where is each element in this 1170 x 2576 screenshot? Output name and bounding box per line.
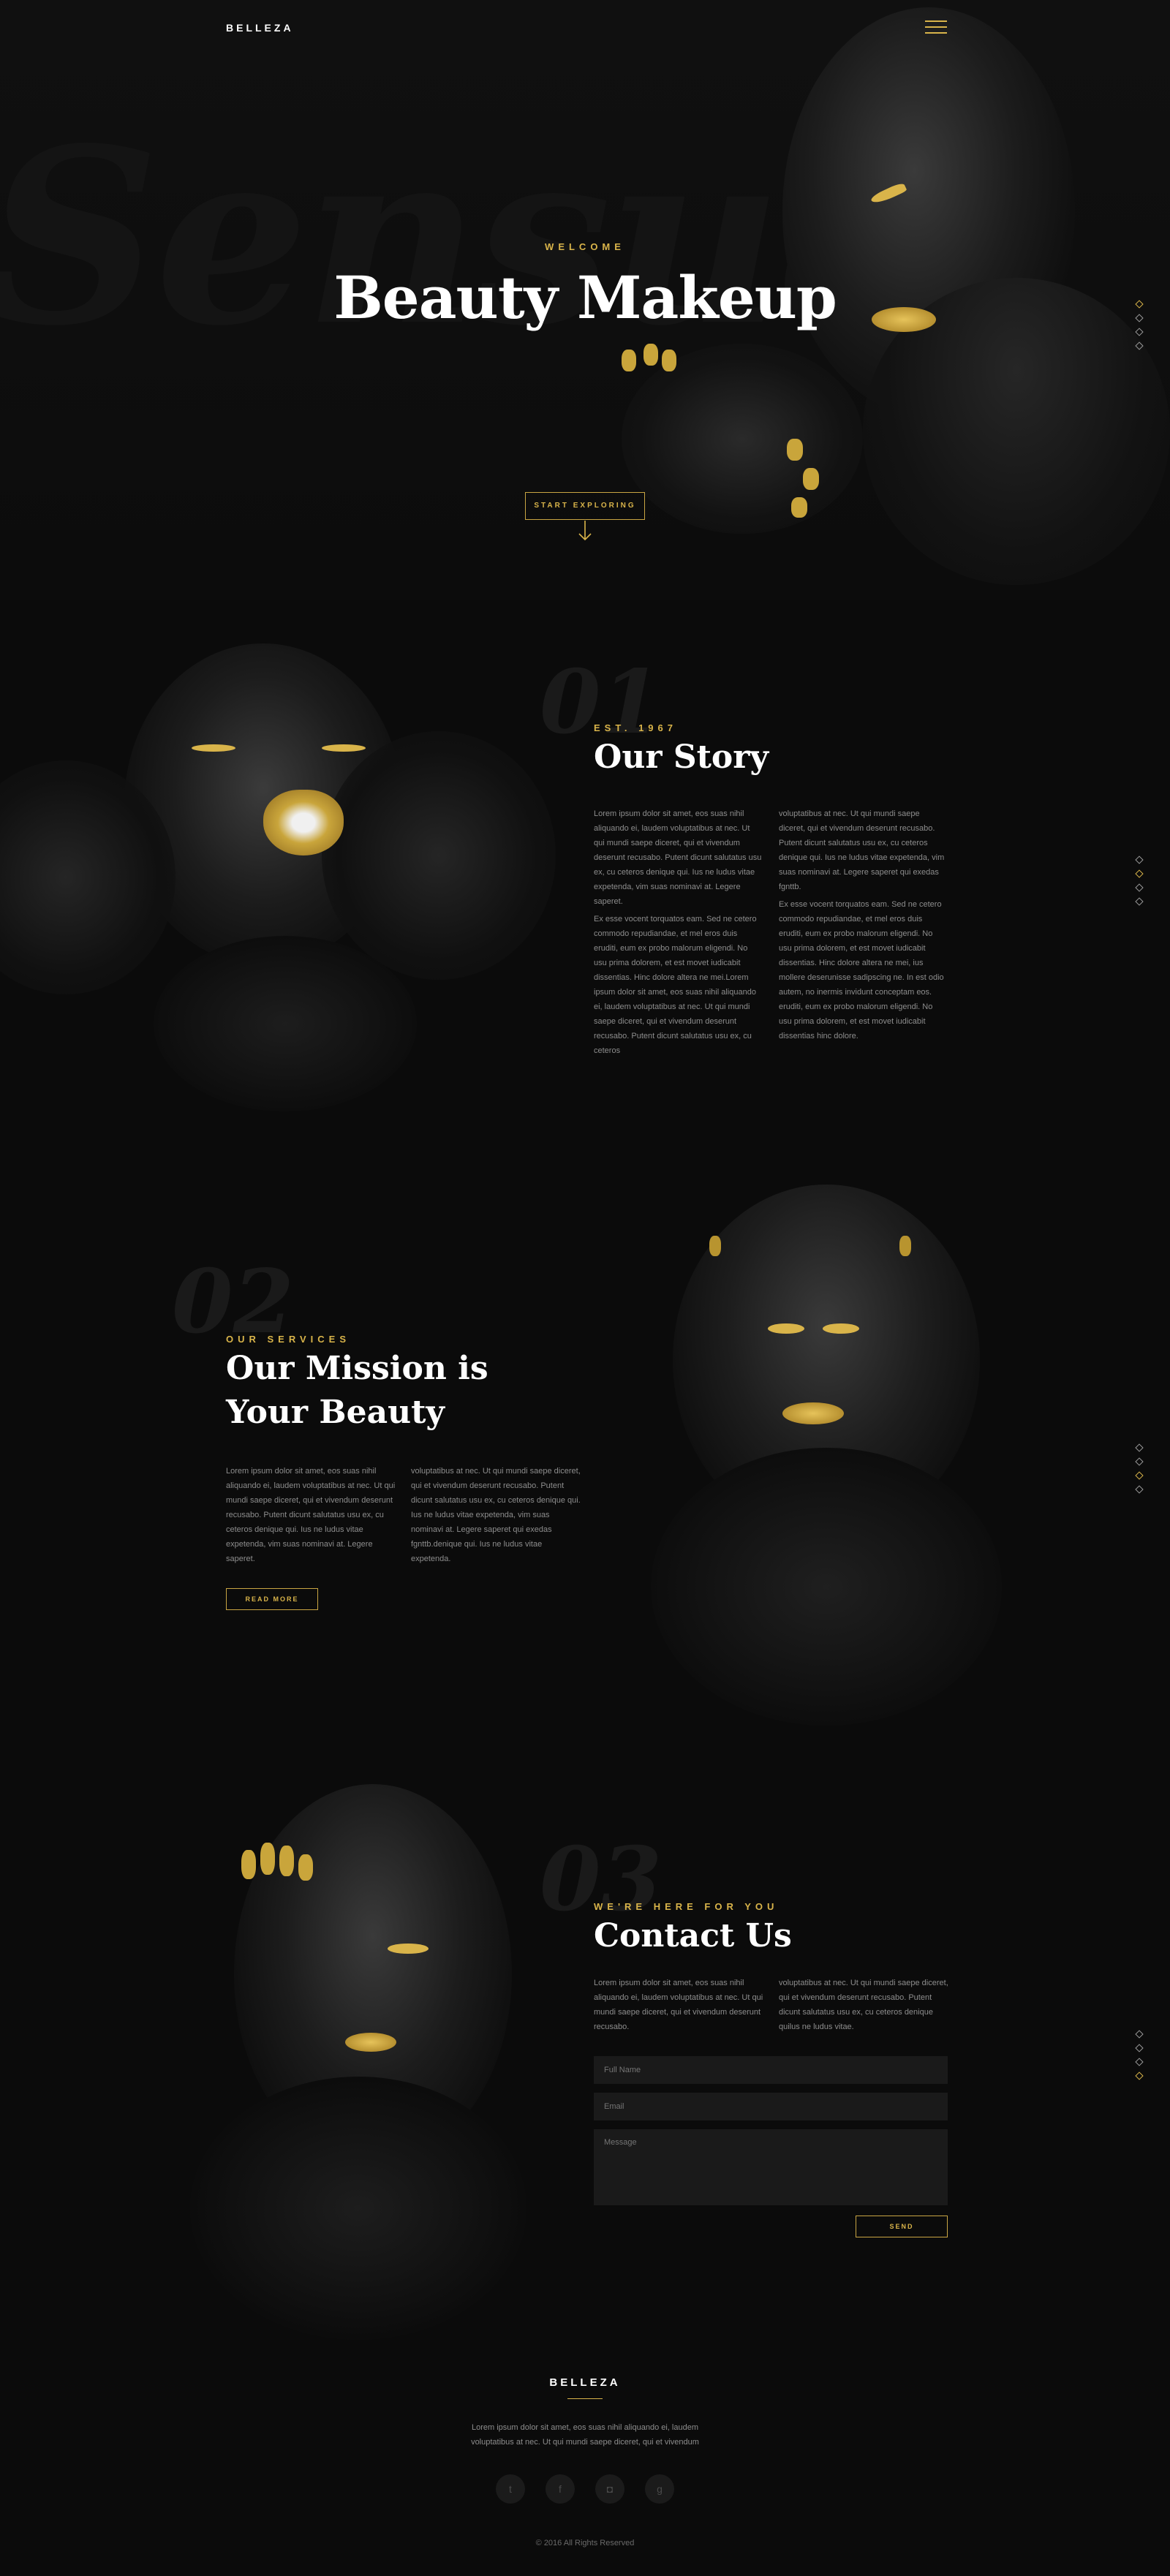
contact-number: 03 [540, 1828, 662, 1931]
services-col1-text: Lorem ipsum dolor sit amet, eos suas nih… [226, 1467, 396, 1563]
section-dot-3[interactable] [1135, 2058, 1144, 2066]
hamburger-menu-button[interactable] [925, 20, 947, 35]
read-more-button[interactable]: READ MORE [226, 1588, 318, 1610]
contact-model-photo [161, 1769, 570, 2340]
hero-section: Sensual BELLEZA WELCOME Beauty Makeup ST… [0, 0, 1170, 600]
section-dot-2[interactable] [1135, 869, 1144, 878]
instagram-icon[interactable]: ◘ [595, 2474, 624, 2504]
section-dot-4[interactable] [1135, 341, 1144, 350]
section-nav-dots[interactable] [1135, 300, 1144, 357]
story-col1-paragraph-1: Lorem ipsum dolor sit amet, eos suas nih… [594, 809, 762, 906]
services-title-line-1: Our Mission is [226, 1350, 488, 1387]
social-links: t f ◘ g [496, 2474, 674, 2504]
arrow-down-icon[interactable] [578, 521, 592, 541]
contact-col1-text: Lorem ipsum dolor sit amet, eos suas nih… [594, 1979, 763, 2031]
message-field[interactable] [594, 2129, 948, 2205]
section-dot-4[interactable] [1135, 897, 1144, 906]
copyright: © 2016 All Rights Reserved [535, 2539, 635, 2547]
contact-col2-text: voluptatibus at nec. Ut qui mundi saepe … [779, 1979, 948, 2031]
footer: BELLEZA Lorem ipsum dolor sit amet, eos … [0, 2340, 1170, 2576]
section-dot-1[interactable] [1135, 855, 1144, 864]
full-name-field[interactable] [594, 2056, 948, 2084]
story-model-photo [0, 629, 585, 1111]
contact-title: Contact Us [594, 1917, 792, 1954]
story-col2-paragraph-1: voluptatibus at nec. Ut qui mundi saepe … [779, 809, 945, 891]
section-dot-1[interactable] [1135, 1443, 1144, 1452]
services-model-photo [600, 1170, 1038, 1726]
section-nav-dots[interactable] [1135, 855, 1144, 913]
footer-logo[interactable]: BELLEZA [0, 2376, 1170, 2389]
google-plus-icon[interactable]: g [645, 2474, 674, 2504]
email-field[interactable] [594, 2093, 948, 2120]
hero-eyebrow: WELCOME [545, 241, 625, 252]
section-dot-3[interactable] [1135, 1471, 1144, 1480]
footer-divider [567, 2398, 603, 2399]
section-dot-4[interactable] [1135, 1485, 1144, 1494]
story-eyebrow: EST. 1967 [594, 722, 677, 733]
services-section: 02 OUR SERVICES Our Mission is Your Beau… [0, 1141, 1170, 1740]
footer-text-line-2: voluptatibus at nec. Ut qui mundi saepe … [471, 2438, 699, 2447]
section-dot-1[interactable] [1135, 300, 1144, 309]
services-col2-text: voluptatibus at nec. Ut qui mundi saepe … [411, 1467, 581, 1563]
contact-eyebrow: WE'RE HERE FOR YOU [594, 1901, 779, 1912]
story-col2-paragraph-2: Ex esse vocent torquatos eam. Sed ne cet… [779, 900, 944, 1040]
services-eyebrow: OUR SERVICES [226, 1334, 351, 1345]
section-dot-2[interactable] [1135, 314, 1144, 322]
footer-text-line-1: Lorem ipsum dolor sit amet, eos suas nih… [472, 2423, 698, 2432]
hero-title: Beauty Makeup [333, 263, 837, 332]
section-nav-dots[interactable] [1135, 2030, 1144, 2087]
section-dot-1[interactable] [1135, 2030, 1144, 2039]
send-button[interactable]: SEND [856, 2216, 948, 2237]
services-title-line-2: Your Beauty [226, 1394, 445, 1431]
story-title: Our Story [594, 739, 769, 776]
twitter-icon[interactable]: t [496, 2474, 525, 2504]
start-exploring-button[interactable]: START EXPLORING [525, 492, 645, 520]
site-logo[interactable]: BELLEZA [226, 22, 294, 34]
facebook-icon[interactable]: f [546, 2474, 575, 2504]
section-nav-dots[interactable] [1135, 1443, 1144, 1500]
section-dot-2[interactable] [1135, 1457, 1144, 1466]
story-section: 01 EST. 1967 Our Story Lorem ipsum dolor… [0, 600, 1170, 1141]
section-dot-3[interactable] [1135, 328, 1144, 336]
section-dot-2[interactable] [1135, 2044, 1144, 2052]
hamburger-icon [925, 20, 947, 34]
story-col1-paragraph-2: Ex esse vocent torquatos eam. Sed ne cet… [594, 915, 757, 1055]
contact-section: 03 WE'RE HERE FOR YOU Contact Us Lorem i… [0, 1740, 1170, 2340]
section-dot-4[interactable] [1135, 2071, 1144, 2080]
section-dot-3[interactable] [1135, 883, 1144, 892]
